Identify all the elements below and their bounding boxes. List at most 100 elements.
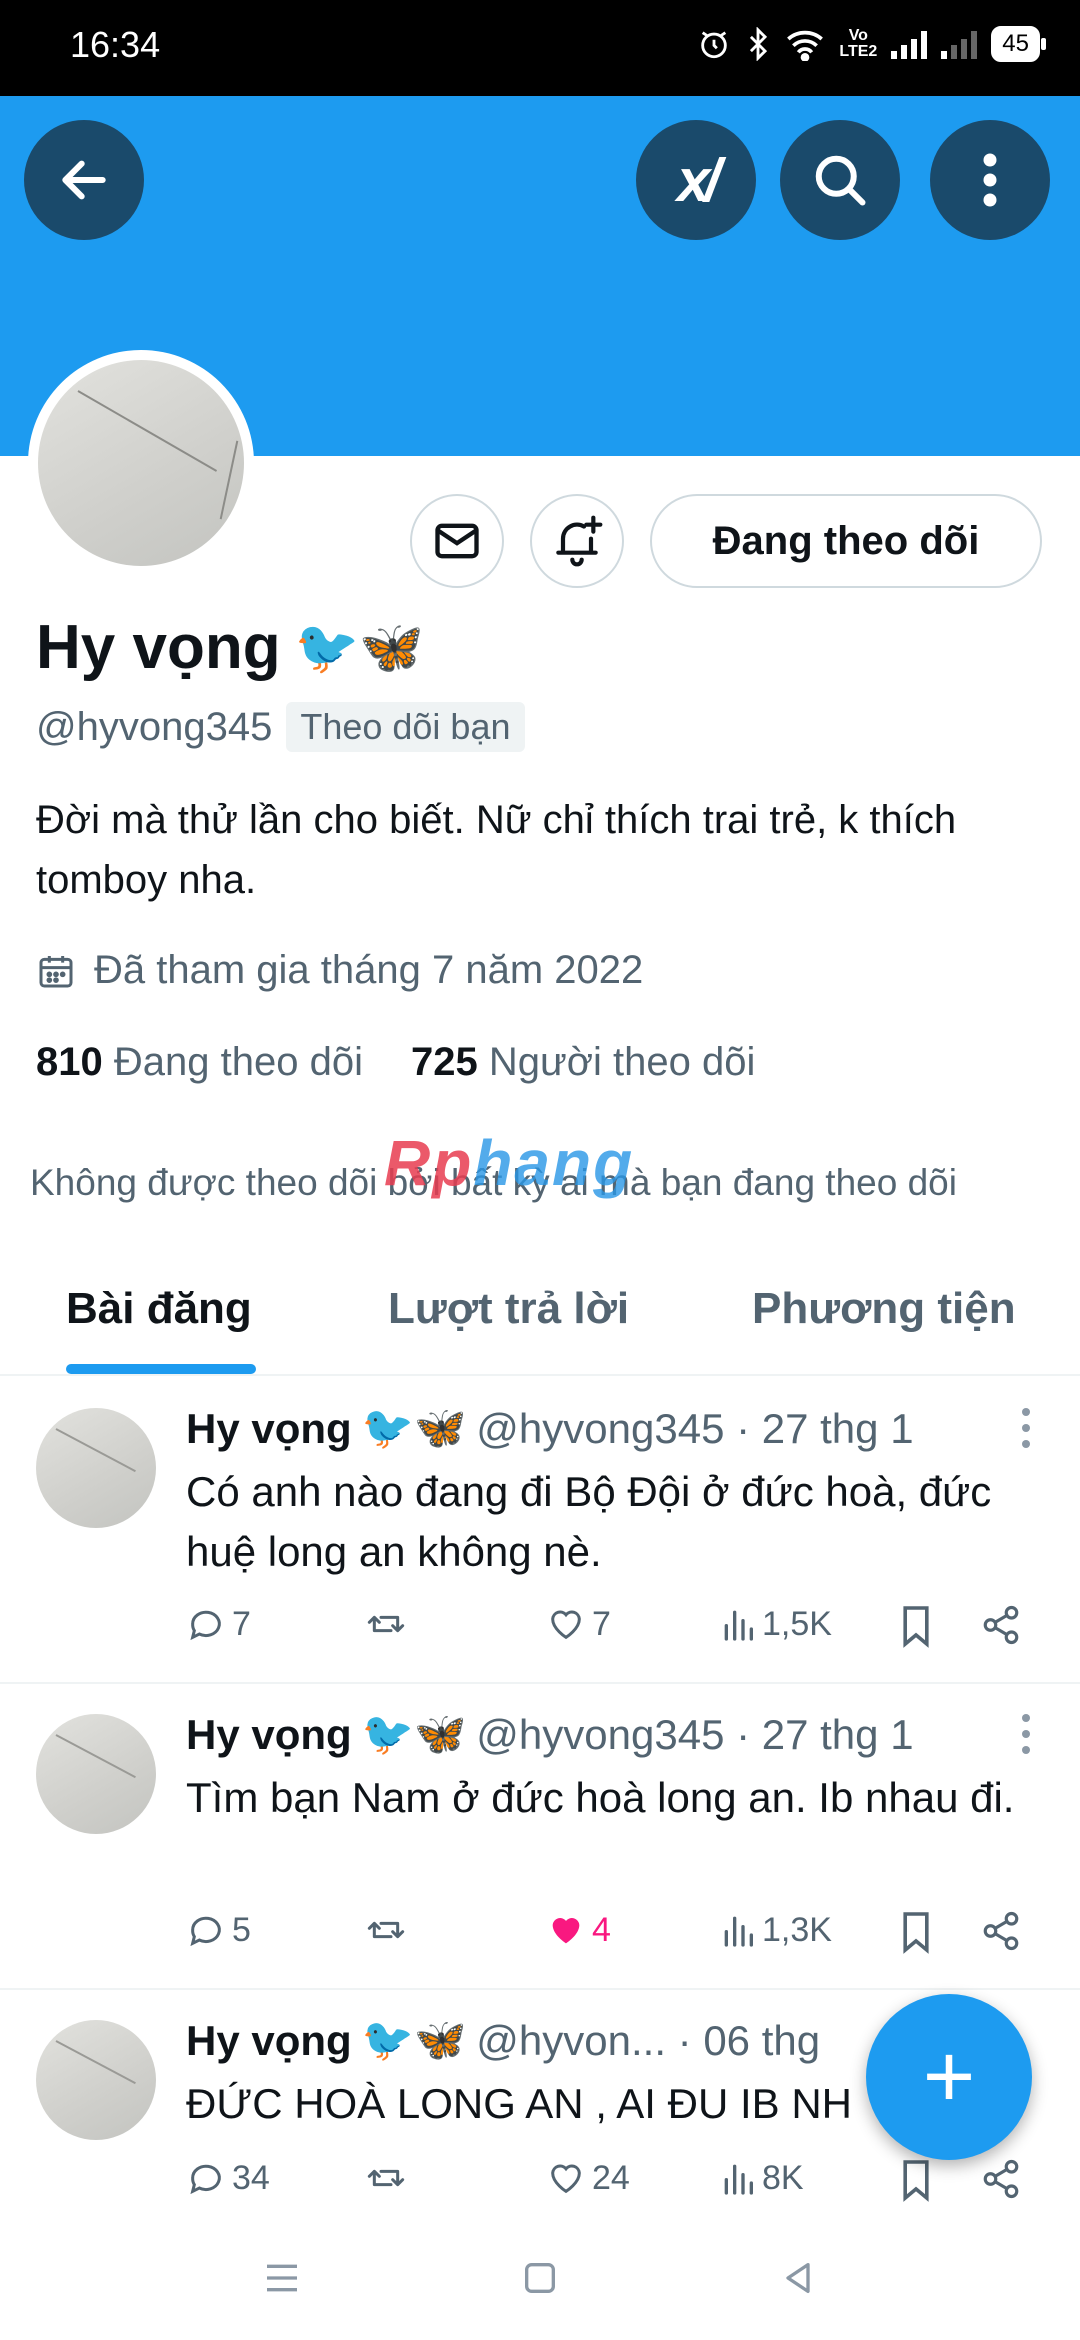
follows-you-badge: Theo dõi bạn <box>286 702 525 752</box>
search-button[interactable] <box>780 120 900 240</box>
post-meta: @hyvon... · 06 thg <box>476 2016 821 2064</box>
post-author-name[interactable]: Hy vọng <box>186 1711 352 1759</box>
repost-icon <box>367 1615 405 1633</box>
message-button[interactable] <box>410 494 504 588</box>
share-button[interactable] <box>980 2158 1022 2200</box>
analytics-icon <box>724 1916 753 1947</box>
reply-button[interactable]: 34 <box>186 2158 270 2198</box>
post-actions: 34 24 8K <box>186 2158 1046 2208</box>
menu-icon[interactable] <box>262 2258 302 2298</box>
heart-filled-icon <box>552 1918 580 1944</box>
active-tab-indicator <box>66 1364 256 1374</box>
bookmark-icon <box>903 1912 929 1954</box>
more-options-button[interactable] <box>930 120 1050 240</box>
post-author-emoji: 🐦🦋 <box>361 1404 467 1451</box>
like-count: 7 <box>592 1604 611 1643</box>
heart-icon <box>551 1610 581 1640</box>
name-emoji: 🐦🦋 <box>294 619 425 677</box>
reply-button[interactable]: 5 <box>186 1910 251 1950</box>
grok-button[interactable]: x/ <box>636 120 756 240</box>
bookmark-button[interactable] <box>898 2158 934 2202</box>
share-button[interactable] <box>980 1604 1022 1646</box>
followers-stat[interactable]: 725 Người theo dõi <box>411 1040 755 1085</box>
post-more-button[interactable] <box>1022 1714 1032 1754</box>
post-author-name[interactable]: Hy vọng <box>186 1405 352 1453</box>
joined-text: Đã tham gia tháng 7 năm 2022 <box>94 948 644 992</box>
status-icons: Vo LTE2 45 <box>697 26 1046 62</box>
post-header: Hy vọng 🐦🦋 @hyvong345 · 27 thg 1 <box>186 1404 914 1453</box>
tab-posts[interactable]: Bài đăng <box>66 1284 252 1334</box>
post-item[interactable]: Hy vọng 🐦🦋 @hyvong345 · 27 thg 1 Có anh … <box>0 1378 1080 1684</box>
views-button[interactable]: 8K <box>720 2158 804 2198</box>
post-avatar[interactable] <box>36 2020 156 2140</box>
post-item[interactable]: Hy vọng 🐦🦋 @hyvong345 · 27 thg 1 Tìm bạn… <box>0 1684 1080 1990</box>
tab-replies[interactable]: Lượt trả lời <box>388 1284 629 1334</box>
reply-button[interactable]: 7 <box>186 1604 251 1644</box>
post-avatar[interactable] <box>36 1714 156 1834</box>
following-button[interactable]: Đang theo dõi <box>650 494 1042 588</box>
analytics-icon <box>724 1610 753 1641</box>
repost-icon <box>367 2169 405 2187</box>
back-triangle-icon[interactable] <box>778 2258 818 2298</box>
profile-avatar[interactable] <box>28 350 254 576</box>
repost-button[interactable] <box>364 2158 408 2198</box>
watermark-part2: hang <box>473 1127 635 1199</box>
arrow-left-icon <box>62 160 106 200</box>
tab-media[interactable]: Phương tiện <box>752 1284 1016 1334</box>
following-stat[interactable]: 810 Đang theo dõi <box>36 1040 363 1085</box>
views-button[interactable]: 1,3K <box>720 1910 832 1950</box>
comment-icon <box>190 2164 221 2195</box>
bookmark-icon <box>903 1606 929 1648</box>
joined-date: Đã tham gia tháng 7 năm 2022 <box>36 948 643 993</box>
reply-count: 34 <box>232 2158 270 2197</box>
post-author-emoji: 🐦🦋 <box>361 2016 467 2063</box>
like-button[interactable]: 4 <box>546 1910 611 1950</box>
bookmark-button[interactable] <box>898 1604 934 1648</box>
back-button[interactable] <box>24 120 144 240</box>
post-meta: @hyvong345 · 27 thg 1 <box>476 1404 914 1452</box>
home-square-icon[interactable] <box>520 2258 560 2298</box>
share-button[interactable] <box>980 1910 1022 1952</box>
vertical-dots-icon <box>983 153 997 207</box>
following-count: 810 <box>36 1040 103 1084</box>
profile-handle: @hyvong345 <box>36 704 273 749</box>
like-button[interactable]: 7 <box>546 1604 611 1644</box>
profile-name-text: Hy vọng <box>36 613 281 682</box>
comment-icon <box>190 1916 221 1947</box>
share-icon <box>983 2159 1019 2199</box>
share-icon <box>983 1605 1019 1645</box>
profile-bio: Đời mà thử lần cho biết. Nữ chỉ thích tr… <box>36 798 957 902</box>
repost-button[interactable] <box>364 1910 408 1950</box>
post-actions: 7 7 1,5K <box>186 1604 1046 1654</box>
followers-label: Người theo dõi <box>488 1040 756 1084</box>
post-more-button[interactable] <box>1022 1408 1032 1448</box>
bookmark-button[interactable] <box>898 1910 934 1954</box>
view-count: 1,3K <box>762 1910 832 1949</box>
bell-plus-icon <box>556 515 603 567</box>
like-button[interactable]: 24 <box>546 2158 630 2198</box>
envelope-icon <box>435 523 479 559</box>
post-avatar[interactable] <box>36 1408 156 1528</box>
grok-icon: x/ <box>676 146 721 214</box>
like-count: 4 <box>592 1910 611 1949</box>
post-author-name[interactable]: Hy vọng <box>186 2017 352 2065</box>
repost-button[interactable] <box>364 1604 408 1644</box>
watermark-logo: Rphang <box>384 1126 634 1200</box>
views-button[interactable]: 1,5K <box>720 1604 832 1644</box>
status-bar: 16:34 Vo LTE2 45 <box>0 0 1080 96</box>
notification-button[interactable] <box>530 494 624 588</box>
post-text: Có anh nào đang đi Bộ Đội ở đức hoà, đức… <box>186 1468 992 1575</box>
alarm-icon <box>701 31 728 59</box>
view-count: 1,5K <box>762 1604 832 1643</box>
view-count: 8K <box>762 2158 804 2197</box>
compose-post-button[interactable]: + <box>866 1994 1032 2160</box>
followers-count: 725 <box>410 1040 478 1084</box>
like-count: 24 <box>592 2158 630 2197</box>
wifi-icon <box>787 30 824 61</box>
battery-icon: 45 <box>991 26 1046 62</box>
post-author-emoji: 🐦🦋 <box>361 1710 467 1757</box>
handle-row: @hyvong345 Theo dõi bạn <box>36 702 525 752</box>
post-text: Tìm bạn Nam ở đức hoà long an. Ib nhau đ… <box>186 1774 1015 1821</box>
signal-icon <box>891 29 928 59</box>
post-header: Hy vọng 🐦🦋 @hyvong345 · 27 thg 1 <box>186 1710 914 1759</box>
